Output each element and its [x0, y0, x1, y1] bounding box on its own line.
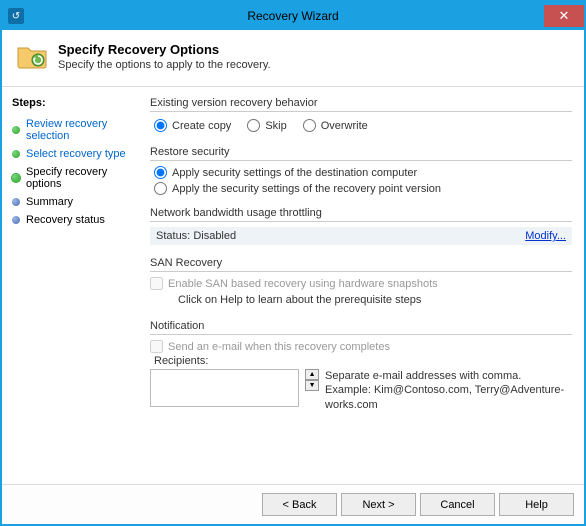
checkbox-send-email	[150, 340, 163, 353]
step-select-recovery-type[interactable]: Select recovery type	[12, 145, 138, 163]
content-pane: Existing version recovery behavior Creat…	[144, 87, 584, 484]
san-help-note: Click on Help to learn about the prerequ…	[150, 290, 572, 308]
group-title: Existing version recovery behavior	[150, 97, 572, 112]
wizard-window: ↺ Recovery Wizard ✕ Specify Recovery Opt…	[0, 0, 586, 526]
window-title: Recovery Wizard	[2, 9, 584, 23]
radio-security-destination[interactable]	[154, 166, 167, 179]
page-header: Specify Recovery Options Specify the opt…	[2, 30, 584, 87]
spinner-up-button[interactable]: ▲	[305, 369, 319, 380]
step-label: Recovery status	[26, 214, 105, 226]
radio-create-copy[interactable]	[154, 119, 167, 132]
recovery-folder-icon	[16, 40, 48, 72]
option-overwrite[interactable]: Overwrite	[303, 119, 368, 132]
titlebar: ↺ Recovery Wizard ✕	[2, 2, 584, 30]
group-version-behavior: Existing version recovery behavior Creat…	[150, 97, 572, 134]
step-bullet-icon	[12, 126, 20, 134]
option-create-copy[interactable]: Create copy	[154, 119, 231, 132]
option-skip[interactable]: Skip	[247, 119, 286, 132]
step-label: Select recovery type	[26, 148, 126, 160]
option-san-enable: Enable SAN based recovery using hardware…	[150, 277, 572, 290]
spinner-down-button[interactable]: ▼	[305, 380, 319, 391]
step-recovery-status: Recovery status	[12, 211, 138, 229]
group-notification: Notification Send an e-mail when this re…	[150, 320, 572, 412]
option-label: Send an e-mail when this recovery comple…	[168, 341, 390, 353]
option-security-recovery-point[interactable]: Apply the security settings of the recov…	[154, 182, 568, 195]
option-label: Apply security settings of the destinati…	[172, 167, 417, 179]
page-subtitle: Specify the options to apply to the reco…	[58, 59, 271, 71]
radio-security-recovery-point[interactable]	[154, 182, 167, 195]
option-label: Create copy	[172, 120, 231, 132]
hint-line: Separate e-mail addresses with comma.	[325, 369, 572, 383]
group-throttling: Network bandwidth usage throttling Statu…	[150, 207, 572, 245]
page-title: Specify Recovery Options	[58, 42, 271, 57]
step-bullet-icon	[12, 198, 20, 206]
help-button[interactable]: Help	[499, 493, 574, 516]
group-title: Notification	[150, 320, 572, 335]
radio-overwrite[interactable]	[303, 119, 316, 132]
back-button[interactable]: < Back	[262, 493, 337, 516]
option-send-email: Send an e-mail when this recovery comple…	[150, 340, 572, 353]
throttling-status-row: Status: Disabled Modify...	[150, 227, 572, 245]
recipients-hint: Separate e-mail addresses with comma. Ex…	[325, 369, 572, 412]
steps-sidebar: Steps: Review recovery selection Select …	[2, 87, 144, 484]
step-summary: Summary	[12, 193, 138, 211]
recipients-label: Recipients:	[154, 355, 572, 367]
group-restore-security: Restore security Apply security settings…	[150, 146, 572, 195]
group-san-recovery: SAN Recovery Enable SAN based recovery u…	[150, 257, 572, 308]
cancel-button[interactable]: Cancel	[420, 493, 495, 516]
radio-skip[interactable]	[247, 119, 260, 132]
step-bullet-icon	[12, 150, 20, 158]
step-bullet-icon	[12, 174, 20, 182]
recipients-spinner: ▲ ▼	[305, 369, 319, 391]
step-specify-recovery-options: Specify recovery options	[12, 163, 138, 193]
status-label: Status:	[156, 230, 190, 242]
option-label: Apply the security settings of the recov…	[172, 183, 441, 195]
group-title: SAN Recovery	[150, 257, 572, 272]
step-bullet-icon	[12, 216, 20, 224]
recipients-input[interactable]	[150, 369, 299, 407]
option-label: Enable SAN based recovery using hardware…	[168, 278, 438, 290]
option-security-destination[interactable]: Apply security settings of the destinati…	[154, 166, 568, 179]
hint-line: Example: Kim@Contoso.com, Terry@Adventur…	[325, 383, 572, 412]
next-button[interactable]: Next >	[341, 493, 416, 516]
step-review-recovery-selection[interactable]: Review recovery selection	[12, 115, 138, 145]
modify-link[interactable]: Modify...	[525, 230, 566, 242]
group-title: Network bandwidth usage throttling	[150, 207, 572, 222]
step-label: Specify recovery options	[26, 166, 138, 190]
option-label: Skip	[265, 120, 286, 132]
wizard-footer: < Back Next > Cancel Help	[2, 484, 584, 524]
option-label: Overwrite	[321, 120, 368, 132]
group-title: Restore security	[150, 146, 572, 161]
checkbox-san-enable	[150, 277, 163, 290]
step-label: Summary	[26, 196, 73, 208]
steps-heading: Steps:	[12, 97, 138, 109]
step-label: Review recovery selection	[26, 118, 138, 142]
status-value: Disabled	[193, 230, 236, 242]
